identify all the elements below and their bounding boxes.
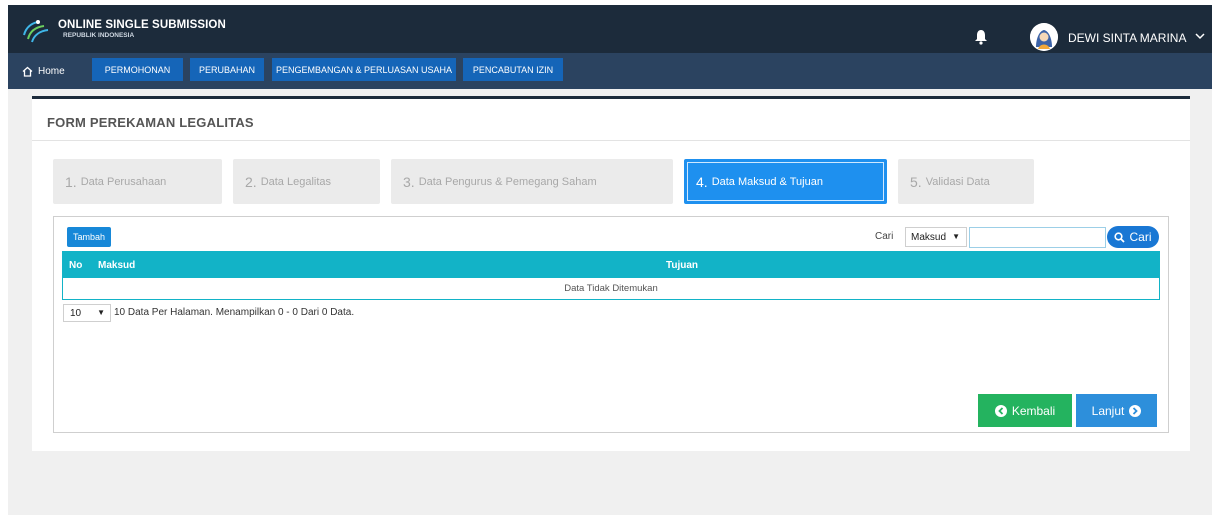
dropdown-arrow-icon: ▼ <box>952 232 960 241</box>
step-data-perusahaan[interactable]: 1. Data Perusahaan <box>53 159 222 204</box>
step-number: 1. <box>65 173 77 190</box>
top-header: ONLINE SINGLE SUBMISSION REPUBLIK INDONE… <box>8 5 1212 53</box>
step-data-pengurus[interactable]: 3. Data Pengurus & Pemegang Saham <box>391 159 673 204</box>
search-icon <box>1114 231 1126 243</box>
column-header-tujuan[interactable]: Tujuan <box>666 260 698 271</box>
next-button[interactable]: Lanjut <box>1076 394 1157 427</box>
nav-home-label: Home <box>38 65 65 77</box>
per-page-value: 10 <box>70 307 82 319</box>
arrow-left-circle-icon <box>994 404 1007 417</box>
step-data-legalitas[interactable]: 2. Data Legalitas <box>233 159 380 204</box>
step-number: 3. <box>403 173 415 190</box>
search-input[interactable] <box>969 227 1106 248</box>
step-label: Data Legalitas <box>260 175 332 188</box>
search-label: Cari <box>875 231 894 242</box>
back-button-label: Kembali <box>1011 403 1056 418</box>
search-field-value: Maksud <box>911 231 947 243</box>
user-name[interactable]: DEWI SINTA MARINA <box>1068 31 1186 45</box>
step-label: Data Maksud & Tujuan <box>711 175 823 188</box>
step-number: 4. <box>696 173 708 190</box>
brand-subtitle: REPUBLIK INDONESIA <box>63 32 135 39</box>
nav-home[interactable]: Home <box>22 61 65 81</box>
column-header-maksud[interactable]: Maksud <box>98 260 135 271</box>
step-label: Data Perusahaan <box>80 175 167 188</box>
table-header: No Maksud Tujuan <box>62 251 1160 278</box>
next-button-label: Lanjut <box>1091 403 1125 418</box>
step-label: Validasi Data <box>925 175 990 188</box>
nav-pengembangan[interactable]: PENGEMBANGAN & PERLUASAN USAHA <box>272 58 456 81</box>
search-button-label: Cari <box>1129 230 1152 244</box>
active-step-inner: 4. Data Maksud & Tujuan <box>687 162 884 201</box>
maksud-tujuan-panel: Tambah Cari Maksud ▼ Cari No Maksud Tuju… <box>53 216 1169 433</box>
dropdown-arrow-icon: ▼ <box>97 308 105 317</box>
nav-pencabutan-izin[interactable]: PENCABUTAN IZIN <box>463 58 563 81</box>
back-button[interactable]: Kembali <box>978 394 1072 427</box>
brand-title: ONLINE SINGLE SUBMISSION <box>58 19 226 31</box>
home-icon <box>22 66 33 77</box>
nav-perubahan[interactable]: PERUBAHAN <box>190 58 264 81</box>
search-button[interactable]: Cari <box>1107 226 1159 248</box>
bell-icon[interactable] <box>974 29 988 45</box>
column-header-no[interactable]: No <box>69 260 82 271</box>
nav-permohonan[interactable]: PERMOHONAN <box>92 58 183 81</box>
chevron-down-icon[interactable] <box>1195 32 1205 40</box>
oss-logo-icon[interactable] <box>20 17 50 43</box>
page-title: FORM PEREKAMAN LEGALITAS <box>47 115 254 130</box>
add-button[interactable]: Tambah <box>67 227 112 247</box>
title-divider <box>32 140 1190 141</box>
step-data-maksud-tujuan[interactable]: 4. Data Maksud & Tujuan <box>684 159 887 204</box>
form-card: FORM PEREKAMAN LEGALITAS 1. Data Perusah… <box>32 96 1190 451</box>
table-empty-row: Data Tidak Ditemukan <box>62 278 1160 300</box>
avatar[interactable] <box>1030 23 1058 51</box>
pagination-info: 10 Data Per Halaman. Menampilkan 0 - 0 D… <box>114 307 355 318</box>
arrow-right-circle-icon <box>1129 404 1142 417</box>
user-avatar-icon <box>1030 23 1058 51</box>
step-number: 2. <box>245 173 257 190</box>
search-field-select[interactable]: Maksud ▼ <box>905 227 967 247</box>
main-nav: Home PERMOHONAN PERUBAHAN PENGEMBANGAN &… <box>8 53 1212 89</box>
per-page-select[interactable]: 10 ▼ <box>63 304 111 322</box>
step-number: 5. <box>910 173 922 190</box>
step-validasi-data[interactable]: 5. Validasi Data <box>898 159 1034 204</box>
step-label: Data Pengurus & Pemegang Saham <box>418 175 597 188</box>
